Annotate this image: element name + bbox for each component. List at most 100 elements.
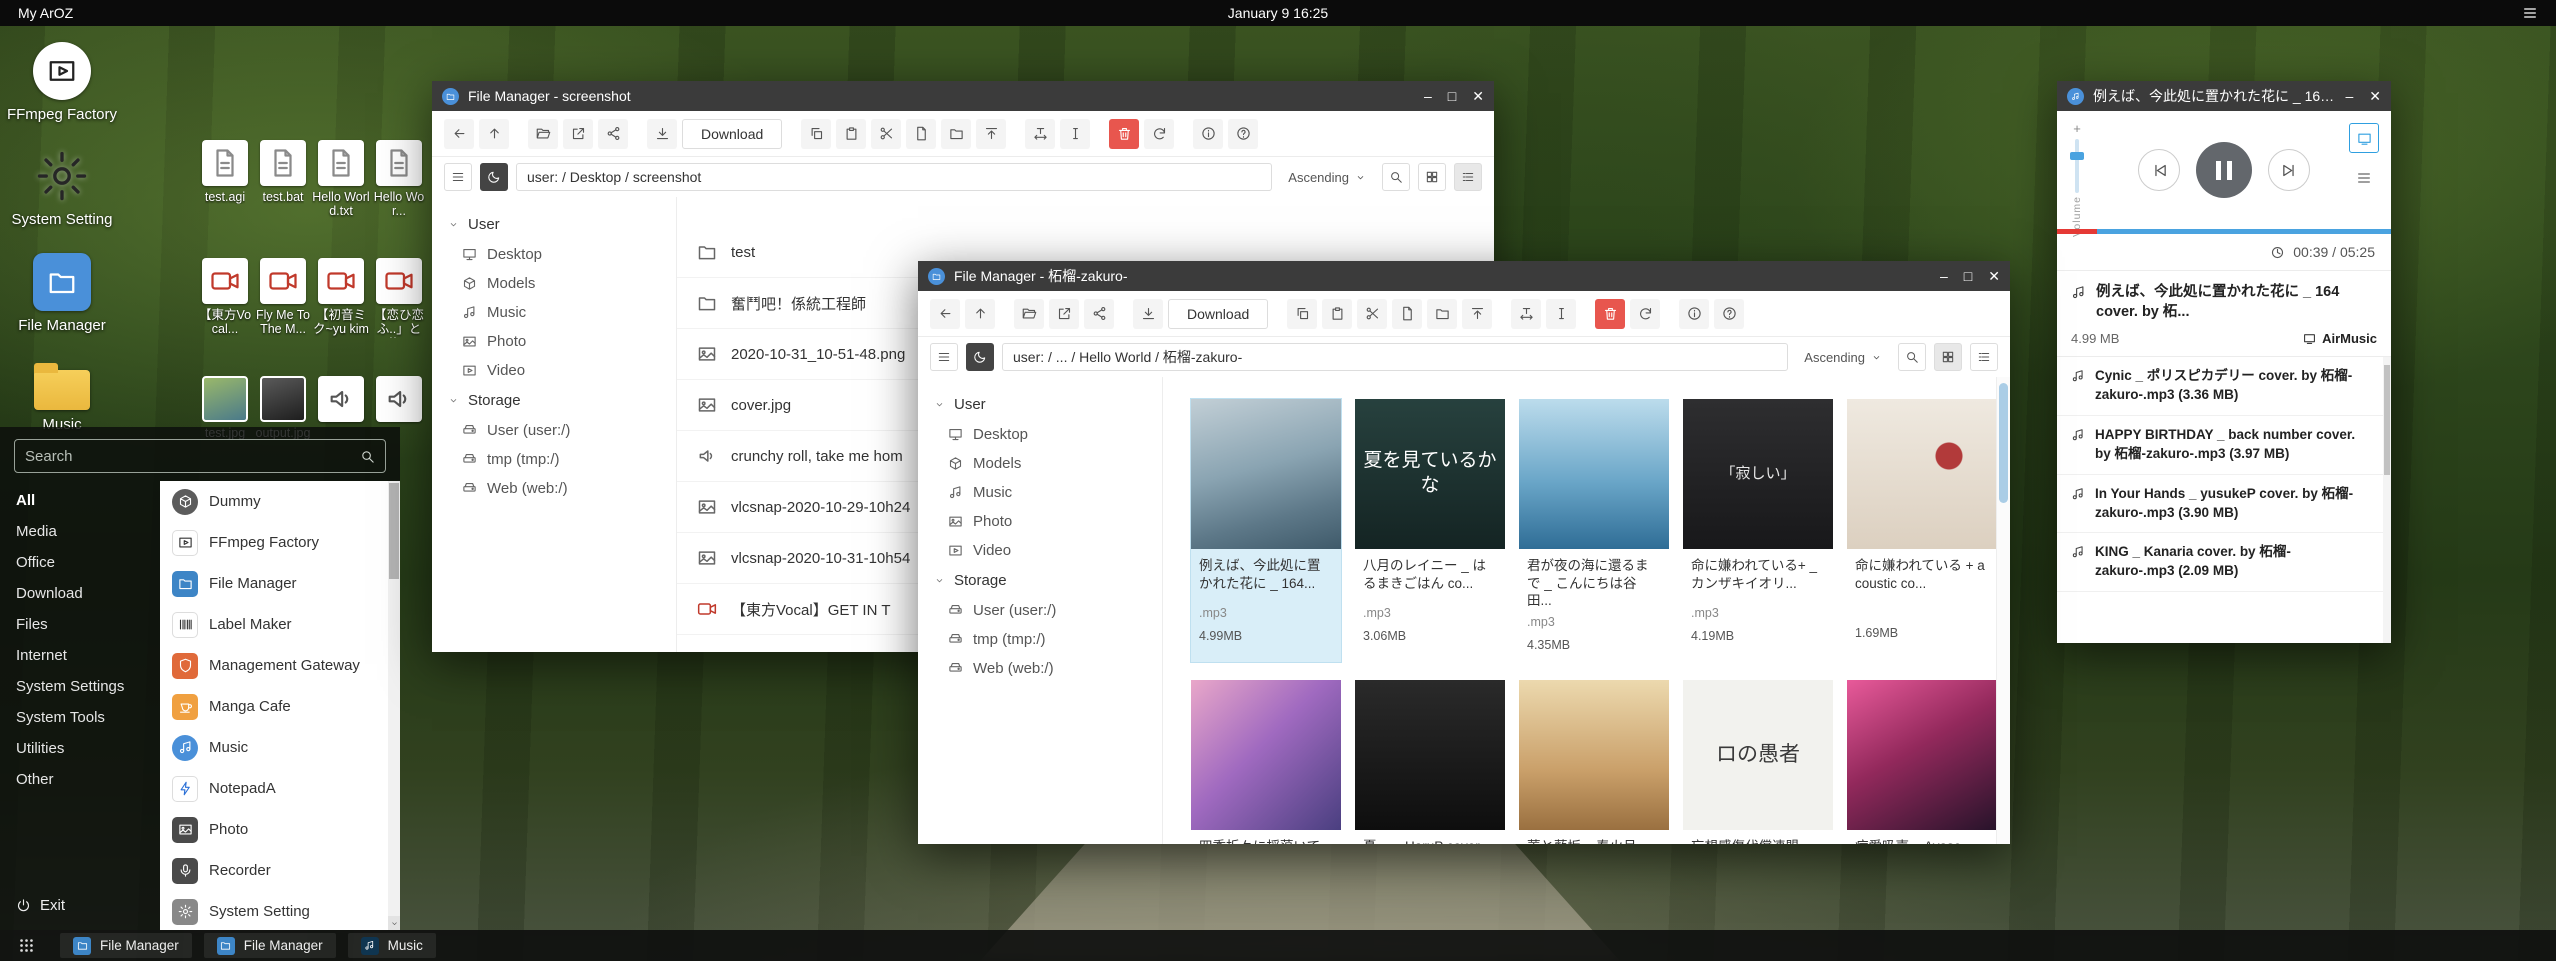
sidebar-item-music[interactable]: Music — [432, 298, 676, 327]
file-card[interactable]: 「寂しい」 命に嫌われている+ _ カンザキイオリ... .mp3 4.19MB — [1683, 399, 1833, 662]
volume-handle[interactable] — [2070, 152, 2084, 160]
download-icon-button[interactable] — [1133, 299, 1163, 329]
category-all[interactable]: All — [0, 485, 160, 516]
open-button[interactable] — [1014, 299, 1044, 329]
desktop-file[interactable]: 【恋ひ恋ふ..」と約... — [370, 258, 428, 376]
rename-button[interactable] — [1546, 299, 1576, 329]
category-utilities[interactable]: Utilities — [0, 733, 160, 764]
breadcrumb[interactable]: user: / Desktop / screenshot — [516, 163, 1272, 191]
desktop-icon-file-manager[interactable]: File Manager — [6, 253, 118, 334]
category-files[interactable]: Files — [0, 609, 160, 640]
help-button[interactable] — [1228, 119, 1258, 149]
list-view-button[interactable] — [1454, 163, 1482, 191]
sidebar-item-video[interactable]: Video — [918, 536, 1162, 565]
taskbar-task-file-manager-1[interactable]: File Manager — [60, 933, 192, 958]
download-button[interactable]: Download — [682, 119, 782, 149]
topbar-menu-icon[interactable] — [2522, 5, 2538, 21]
file-card-selected[interactable]: 例えば、今此処に置かれた花に _ 164... .mp3 4.99MB — [1191, 399, 1341, 662]
scrollbar-thumb[interactable] — [389, 483, 399, 579]
sidebar-item-models[interactable]: Models — [918, 449, 1162, 478]
sidebar-item-desktop[interactable]: Desktop — [918, 420, 1162, 449]
sidebar-header-storage[interactable]: Storage — [918, 565, 1162, 596]
app-item-management-gateway[interactable]: Management Gateway — [160, 645, 388, 686]
playlist-item[interactable]: KING _ Kanaria cover. by 柘榴-zakuro-.mp3 … — [2057, 533, 2383, 592]
desktop-icon-ffmpeg-factory[interactable]: FFmpeg Factory — [6, 42, 118, 123]
previous-button[interactable] — [2138, 149, 2180, 191]
file-card[interactable]: 君が夜の海に還るまで _ こんにちは谷田... .mp3 4.35MB — [1519, 399, 1669, 662]
new-folder-button[interactable] — [941, 119, 971, 149]
sidebar-item-photo[interactable]: Photo — [432, 327, 676, 356]
category-other[interactable]: Other — [0, 764, 160, 795]
sidebar-item-user-drive[interactable]: User (user:/) — [432, 416, 676, 445]
sidebar-header-storage[interactable]: Storage — [432, 385, 676, 416]
open-button[interactable] — [528, 119, 558, 149]
grid-view-button[interactable] — [1418, 163, 1446, 191]
desktop-file[interactable]: 【東方Vocal... — [196, 258, 254, 376]
close-button[interactable]: ✕ — [1472, 89, 1484, 103]
file-card[interactable]: 菫と藍坂 _ 春火月... — [1519, 680, 1669, 844]
file-card[interactable]: 憂一 _ HaruP cover... — [1355, 680, 1505, 844]
upload-button[interactable] — [1462, 299, 1492, 329]
category-media[interactable]: Media — [0, 516, 160, 547]
breadcrumb[interactable]: user: / ... / Hello World / 柘榴-zakuro- — [1002, 343, 1788, 371]
playlist-item[interactable]: HAPPY BIRTHDAY _ back number cover. by 柘… — [2057, 416, 2383, 475]
sidebar-item-desktop[interactable]: Desktop — [432, 240, 676, 269]
desktop-file[interactable]: Fly Me To The M... — [254, 258, 312, 376]
app-item-music[interactable]: Music — [160, 727, 388, 768]
dark-mode-button[interactable] — [966, 343, 994, 371]
new-file-button[interactable] — [906, 119, 936, 149]
properties-button[interactable] — [1511, 299, 1541, 329]
next-button[interactable] — [2268, 149, 2310, 191]
category-office[interactable]: Office — [0, 547, 160, 578]
delete-button[interactable] — [1109, 119, 1139, 149]
up-button[interactable] — [965, 299, 995, 329]
sidebar-item-web-drive[interactable]: Web (web:/) — [432, 474, 676, 503]
minimize-button[interactable]: – — [1940, 269, 1948, 283]
sidebar-item-tmp-drive[interactable]: tmp (tmp:/) — [432, 445, 676, 474]
refresh-button[interactable] — [1630, 299, 1660, 329]
list-menu-button[interactable] — [444, 163, 472, 191]
close-button[interactable]: ✕ — [1988, 269, 2000, 283]
progress-bar[interactable] — [2057, 229, 2391, 234]
up-button[interactable] — [479, 119, 509, 149]
copy-button[interactable] — [1287, 299, 1317, 329]
taskbar-task-file-manager-2[interactable]: File Manager — [204, 933, 336, 958]
dark-mode-button[interactable] — [480, 163, 508, 191]
app-item-label-maker[interactable]: Label Maker — [160, 604, 388, 645]
desktop-file[interactable]: test.agi — [196, 140, 254, 258]
maximize-button[interactable]: □ — [1964, 269, 1972, 283]
scrollbar[interactable] — [1996, 377, 2010, 844]
player-menu-button[interactable] — [2349, 163, 2379, 193]
share-button[interactable] — [1084, 299, 1114, 329]
sidebar-item-web-drive[interactable]: Web (web:/) — [918, 654, 1162, 683]
scroll-down-arrow[interactable] — [388, 916, 400, 930]
taskbar-task-music[interactable]: Music — [348, 933, 436, 958]
playlist-item[interactable]: In Your Hands _ yusukeP cover. by 柘榴-zak… — [2057, 475, 2383, 534]
new-folder-button[interactable] — [1427, 299, 1457, 329]
open-in-new-button[interactable] — [563, 119, 593, 149]
app-item-photo[interactable]: Photo — [160, 809, 388, 850]
volume-slider[interactable]: + Volume — [2071, 121, 2083, 237]
grid-view-button[interactable] — [1934, 343, 1962, 371]
category-internet[interactable]: Internet — [0, 640, 160, 671]
app-item-ffmpeg-factory[interactable]: FFmpeg Factory — [160, 522, 388, 563]
desktop-icon-system-setting[interactable]: System Setting — [6, 147, 118, 228]
sidebar-header-user[interactable]: User — [432, 209, 676, 240]
scrollbar-thumb[interactable] — [1999, 383, 2008, 503]
volume-plus[interactable]: + — [2073, 121, 2081, 136]
info-button[interactable] — [1679, 299, 1709, 329]
back-button[interactable] — [930, 299, 960, 329]
sort-select[interactable]: Ascending — [1280, 170, 1374, 185]
new-file-button[interactable] — [1392, 299, 1422, 329]
app-launcher-button[interactable] — [4, 930, 48, 961]
sidebar-item-user-drive[interactable]: User (user:/) — [918, 596, 1162, 625]
paste-button[interactable] — [836, 119, 866, 149]
cast-button[interactable] — [2349, 123, 2379, 153]
cut-button[interactable] — [871, 119, 901, 149]
download-icon-button[interactable] — [647, 119, 677, 149]
system-menu-title[interactable]: My ArOZ — [18, 5, 73, 21]
desktop-icon-music[interactable]: Music — [6, 358, 118, 433]
file-card[interactable]: 夏を見ているかな 八月のレイニー _ はるまきごはん co... .mp3 3.… — [1355, 399, 1505, 662]
list-view-button[interactable] — [1970, 343, 1998, 371]
app-list-scrollbar[interactable] — [388, 481, 400, 930]
